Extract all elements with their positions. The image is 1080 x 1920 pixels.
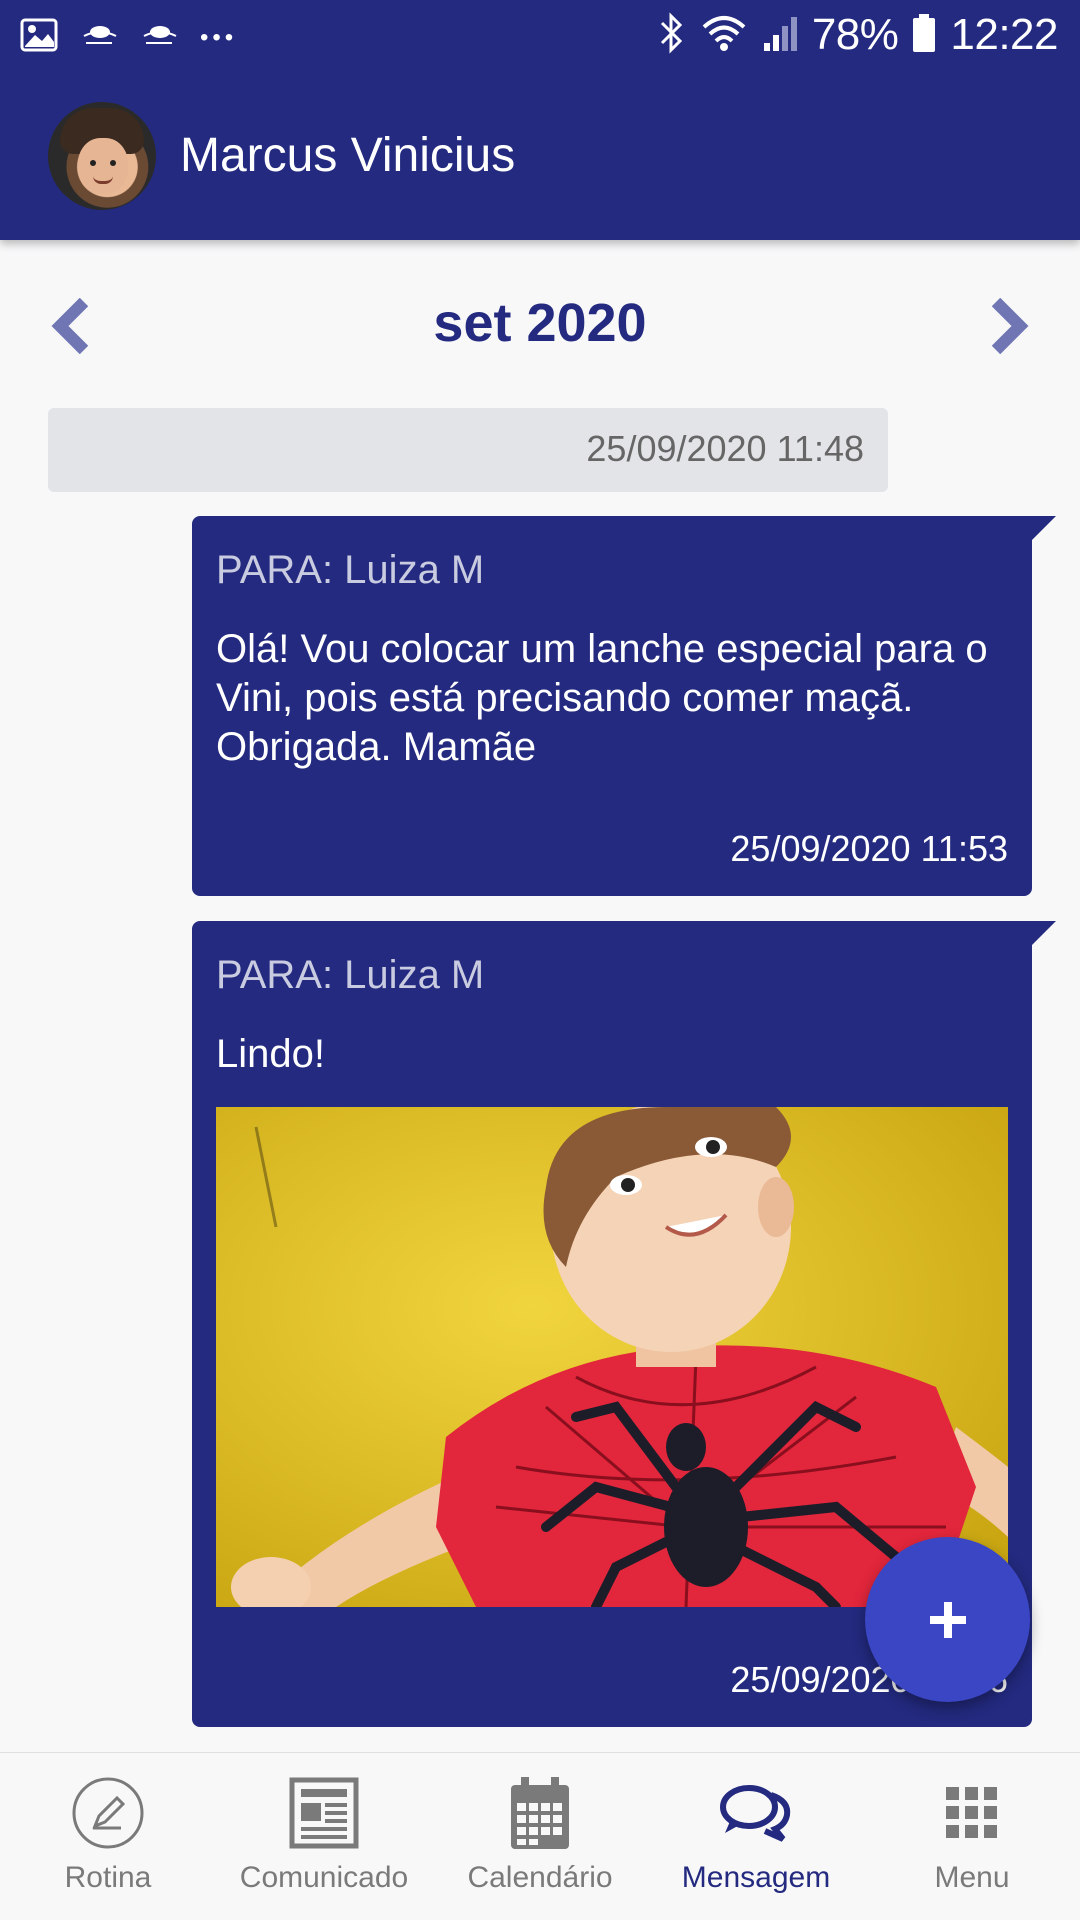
bluetooth-icon (656, 11, 686, 60)
status-bar: ••• 78% 12:22 (0, 0, 1080, 72)
new-message-button[interactable] (865, 1537, 1030, 1702)
message-bubble[interactable]: PARA: Luiza M Olá! Vou colocar um lanche… (192, 516, 1056, 896)
nav-label: Calendário (467, 1861, 613, 1894)
nav-item-calendario[interactable]: Calendário (432, 1753, 648, 1920)
child-photo-image (216, 1107, 1008, 1607)
date-separator: 25/09/2020 11:48 (48, 408, 888, 492)
more-notifications-indicator: ••• (200, 23, 238, 51)
nav-item-rotina[interactable]: Rotina (0, 1753, 216, 1920)
school-app-notification-icon (140, 20, 178, 55)
nav-label: Rotina (64, 1861, 152, 1894)
app-header: ••• 78% 12:22 Marcus Vinicius (0, 0, 1080, 240)
nav-label: Comunicado (239, 1861, 409, 1894)
chat-bubbles-icon (719, 1775, 793, 1851)
message-recipient: PARA: Luiza M (216, 548, 485, 592)
bottom-navigation: Rotina Comunicado Calendário Mensagem Me… (0, 1752, 1080, 1920)
plus-icon (929, 1601, 966, 1638)
newspaper-icon (289, 1775, 359, 1851)
status-bar-notifications: ••• (20, 16, 237, 59)
wifi-icon (700, 13, 748, 58)
month-label: set 2020 (433, 293, 647, 353)
chevron-right-icon (991, 297, 1029, 355)
grid-icon (946, 1775, 998, 1851)
calendar-icon (509, 1775, 571, 1851)
battery-percent: 78% (811, 10, 899, 59)
nav-label: Mensagem (681, 1861, 831, 1894)
app-screen: ••• 78% 12:22 Marcus Vinicius set 2020 2… (0, 0, 1080, 1920)
page-title: Marcus Vinicius (180, 129, 516, 182)
nav-item-comunicado[interactable]: Comunicado (216, 1753, 432, 1920)
signal-icon (762, 13, 798, 58)
status-bar-system: 78% 12:22 (656, 10, 1058, 60)
message-text: Olá! Vou colocar um lanche especial para… (216, 627, 988, 769)
message-recipient: PARA: Luiza M (216, 953, 485, 997)
nav-item-mensagem[interactable]: Mensagem (648, 1753, 864, 1920)
next-month-button[interactable] (982, 297, 1032, 355)
message-photo[interactable] (216, 1107, 1008, 1607)
nav-item-menu[interactable]: Menu (864, 1753, 1080, 1920)
clock: 12:22 (950, 10, 1058, 59)
battery-icon (912, 13, 936, 58)
month-navigation: set 2020 (0, 290, 1080, 360)
avatar[interactable] (48, 102, 156, 210)
message-text: Lindo! (216, 1032, 325, 1076)
school-app-notification-icon (80, 20, 118, 55)
nav-label: Menu (934, 1861, 1010, 1894)
message-timestamp: 25/09/2020 11:53 (730, 828, 1008, 869)
pencil-circle-icon (71, 1775, 145, 1851)
gallery-notification-icon (20, 16, 58, 59)
